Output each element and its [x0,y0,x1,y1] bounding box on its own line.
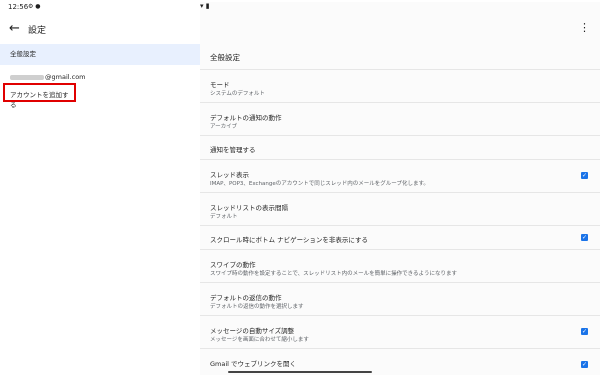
setting-title: スレッドリストの表示間隔 [210,204,288,212]
checkbox-checked[interactable]: ✓ [581,328,588,335]
setting-row-manage-notifications[interactable]: 通知を管理する [200,135,600,159]
sidebar-item-general[interactable]: 全般設定 [0,44,200,65]
email-suffix: @gmail.com [45,73,86,81]
more-vert-icon[interactable]: ⋮ [579,21,590,34]
setting-title: スワイプの動作 [210,261,256,269]
settings-header: 全般設定 [210,53,240,62]
settings-panel: 全般設定 モード システムのデフォルト デフォルトの通知の動作 アーカイブ 通知… [200,44,600,375]
setting-title: スレッド表示 [210,171,249,179]
setting-subtitle: デフォルト [210,214,238,220]
setting-row-reply-action[interactable]: デフォルトの返信の動作 デフォルトの返信の動作を選択します [200,282,600,315]
gesture-nav-bar[interactable] [228,371,372,373]
status-bar: 12:56 ⚙ ● ••• ▾ ▮ [0,0,600,333]
status-icons: ⚙ ● [28,3,41,10]
setting-title: モード [210,81,230,89]
checkbox-checked[interactable]: ✓ [581,234,588,241]
add-account-highlight[interactable]: アカウントを追加する [3,83,76,109]
setting-title: デフォルトの通知の動作 [210,114,282,122]
setting-row-thread-view[interactable]: スレッド表示 IMAP、POP3、Exchangeのアカウントで同じスレッド内の… [200,159,600,192]
checkbox-checked[interactable]: ✓ [581,361,588,368]
redacted-email [10,74,44,80]
setting-row-hide-bottom-nav[interactable]: スクロール時にボトム ナビゲーションを非表示にする ✓ [200,225,600,249]
setting-title: スクロール時にボトム ナビゲーションを非表示にする [210,236,369,244]
setting-title: メッセージの自動サイズ調整 [210,327,295,335]
setting-row-thread-density[interactable]: スレッドリストの表示間隔 デフォルト [200,192,600,225]
setting-row-notification-action[interactable]: デフォルトの通知の動作 アーカイブ [200,102,600,135]
page-title: 設定 [28,26,47,36]
setting-title: Gmail でウェブリンクを開く [210,360,297,368]
setting-subtitle: スワイプ時の動作を設定することで、スレッドリスト内のメールを簡単に操作できるよう… [210,271,458,277]
add-account-button[interactable]: アカウントを追加する [10,89,74,109]
setting-title: 通知を管理する [210,146,256,154]
setting-subtitle: システムのデフォルト [210,91,265,97]
back-arrow-icon[interactable]: ← [9,21,20,36]
account-sidebar: 全般設定 @gmail.com アカウントを追加する [0,44,200,375]
setting-subtitle: デフォルトの返信の動作を選択します [210,304,304,310]
setting-row-mode[interactable]: モード システムのデフォルト [200,69,600,102]
setting-row-swipe-actions[interactable]: スワイプの動作 スワイプ時の動作を設定することで、スレッドリスト内のメールを簡単… [200,249,600,282]
setting-subtitle: アーカイブ [210,124,238,130]
setting-subtitle: IMAP、POP3、Exchangeのアカウントで同じスレッド内のメールをグルー… [210,181,429,187]
setting-title: デフォルトの返信の動作 [210,294,282,302]
status-time: 12:56 [8,3,29,11]
checkbox-checked[interactable]: ✓ [581,172,588,179]
app-bar: ← 設定 ⋮ [0,16,600,42]
setting-row-auto-fit[interactable]: メッセージの自動サイズ調整 メッセージを画面に合わせて縮小します ✓ [200,315,600,348]
setting-subtitle: メッセージを画面に合わせて縮小します [210,337,309,343]
